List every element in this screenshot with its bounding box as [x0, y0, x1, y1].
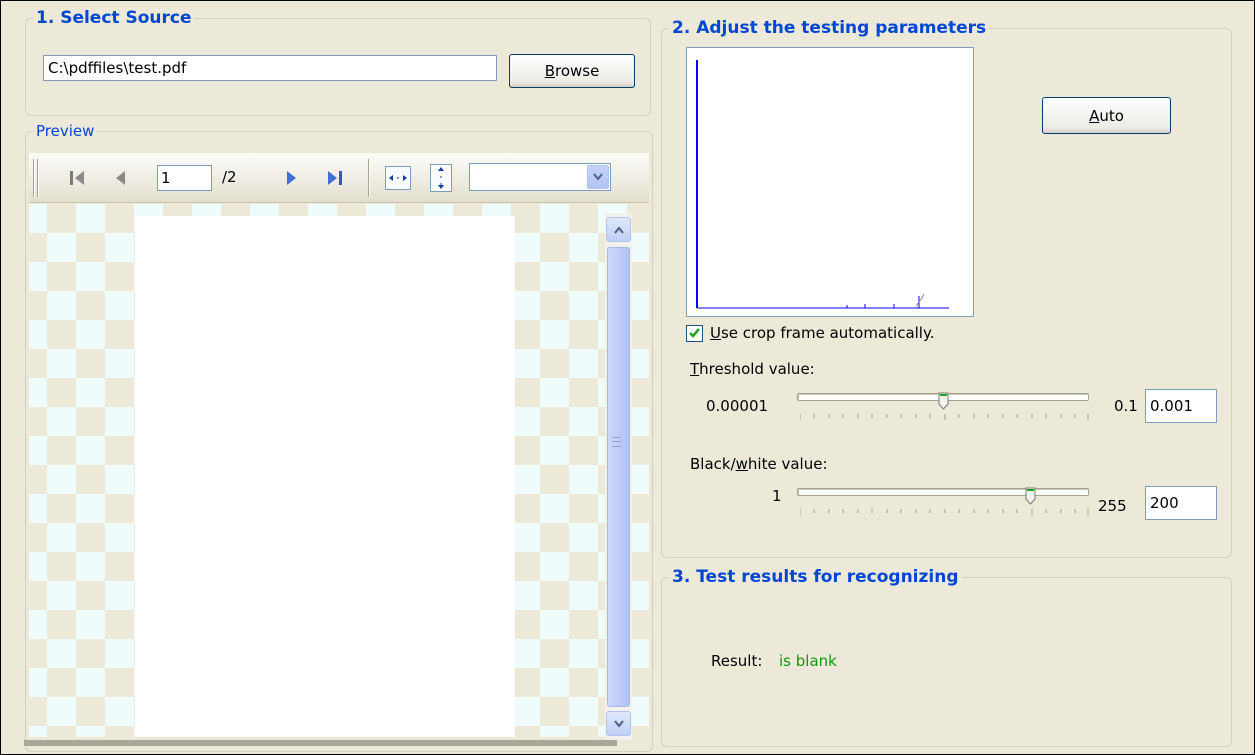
chevron-down-icon [593, 173, 603, 181]
bw-slider-ticks [800, 509, 1089, 515]
auto-label: uto [1099, 106, 1124, 125]
first-page-icon [70, 171, 84, 185]
histogram [686, 47, 974, 317]
source-path-input[interactable] [43, 55, 497, 81]
threshold-slider-thumb[interactable] [938, 392, 949, 410]
bw-slider-thumb[interactable] [1025, 487, 1036, 505]
scroll-up-button[interactable] [606, 217, 631, 242]
checkmark-icon [689, 328, 700, 338]
preview-shadow-bottom [24, 740, 617, 746]
results-title: 3. Test results for recognizing [672, 567, 959, 587]
previous-page-button[interactable] [107, 165, 135, 191]
bw-label: Black/white value: [690, 455, 828, 473]
preview-canvas[interactable] [29, 204, 649, 737]
scroll-thumb[interactable] [607, 247, 630, 707]
page-total-label: /2 [222, 168, 237, 186]
auto-button[interactable]: Auto [1042, 97, 1171, 134]
crop-frame-label[interactable]: Use crop frame automatically. [710, 324, 935, 342]
preview-scrollbar[interactable] [605, 213, 632, 740]
toolbar-grip[interactable] [33, 159, 35, 197]
first-page-button[interactable] [63, 165, 91, 191]
parameters-title: 2. Adjust the testing parameters [672, 18, 987, 38]
page-number-input[interactable] [157, 165, 212, 191]
select-source-title: 1. Select Source [36, 8, 192, 28]
toolbar-separator [368, 159, 370, 197]
fit-height-icon [430, 164, 452, 192]
scroll-thumb-grip [612, 437, 621, 447]
threshold-label: Threshold value: [690, 360, 815, 378]
threshold-slider-ticks [800, 414, 1089, 420]
threshold-min-label: 0.00001 [706, 397, 769, 415]
chevron-up-icon [613, 225, 624, 234]
preview-title: Preview [36, 122, 95, 140]
last-page-button[interactable] [321, 165, 349, 191]
bw-value-input[interactable] [1145, 486, 1217, 520]
preview-page [135, 216, 515, 737]
threshold-max-label: 0.1 [1114, 397, 1138, 415]
fit-height-button[interactable] [427, 164, 455, 192]
preview-toolbar: /2 [29, 153, 649, 203]
bw-slider-track[interactable] [797, 488, 1089, 496]
next-page-button[interactable] [277, 165, 305, 191]
last-page-icon [328, 171, 342, 185]
result-value: is blank [779, 652, 837, 670]
fit-width-button[interactable] [384, 165, 412, 191]
browse-button[interactable]: Browse [509, 54, 635, 88]
browse-label: rowse [554, 62, 600, 80]
previous-page-icon [116, 171, 125, 185]
toolbar-grip-2 [37, 159, 39, 197]
fit-width-icon [385, 166, 411, 190]
zoom-dropdown-button[interactable] [587, 165, 609, 189]
chevron-down-icon [613, 719, 624, 728]
histogram-plot [696, 60, 949, 309]
zoom-select[interactable] [469, 163, 611, 191]
browse-accelerator: B [544, 62, 555, 80]
next-page-icon [287, 171, 296, 185]
crop-frame-checkbox[interactable] [686, 325, 703, 342]
bw-max-label: 255 [1098, 497, 1127, 515]
scroll-down-button[interactable] [606, 711, 631, 736]
threshold-value-input[interactable] [1145, 389, 1217, 423]
bw-min-label: 1 [772, 487, 782, 505]
result-label: Result: [711, 652, 763, 670]
auto-accelerator: A [1089, 106, 1100, 125]
